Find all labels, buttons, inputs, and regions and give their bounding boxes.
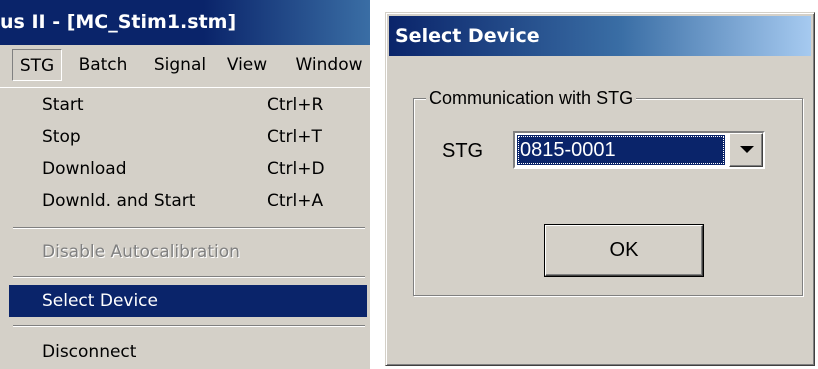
menu-item-download[interactable]: Download Ctrl+D xyxy=(9,153,367,185)
device-select[interactable]: 0815-0001 xyxy=(513,131,765,169)
menu-item-label: Select Device xyxy=(42,291,158,311)
panel-divider xyxy=(370,0,385,369)
menu-signal[interactable]: Signal xyxy=(146,49,214,81)
menu-item-shortcut: Ctrl+R xyxy=(267,95,324,115)
menu-item-shortcut: Ctrl+T xyxy=(267,127,322,147)
menu-item-disconnect[interactable]: Disconnect xyxy=(9,336,367,368)
ok-button-label: OK xyxy=(545,225,703,276)
menu-item-label: Downld. and Start xyxy=(42,191,196,211)
menu-item-download-and-start[interactable]: Downld. and Start Ctrl+A xyxy=(9,185,367,217)
menu-item-label: Stop xyxy=(42,127,81,147)
window-title: us II - [MC_Stim1.stm] xyxy=(0,0,370,45)
menu-separator xyxy=(13,325,365,327)
dropdown-button[interactable] xyxy=(729,133,763,167)
menubar: STG Batch Signal View Window xyxy=(0,45,370,87)
chevron-down-icon xyxy=(740,146,754,153)
groupbox-label: Communication with STG xyxy=(426,87,637,109)
device-select-value: 0815-0001 xyxy=(517,135,725,165)
stg-dropdown-menu: Start Ctrl+R Stop Ctrl+T Download Ctrl+D… xyxy=(0,87,370,369)
menu-window[interactable]: Window xyxy=(288,49,370,81)
menu-item-label: Disable Autocalibration xyxy=(42,242,240,262)
menu-batch[interactable]: Batch xyxy=(70,49,136,81)
dialog-title: Select Device xyxy=(389,16,811,56)
menu-item-select-device[interactable]: Select Device xyxy=(9,285,367,317)
menu-stg[interactable]: STG xyxy=(12,49,62,81)
ok-button[interactable]: OK xyxy=(544,224,704,277)
menu-item-shortcut: Ctrl+A xyxy=(267,191,324,211)
menu-item-label: Download xyxy=(42,159,127,179)
menu-item-shortcut: Ctrl+D xyxy=(267,159,325,179)
menu-item-label: Start xyxy=(42,95,84,115)
menu-item-start[interactable]: Start Ctrl+R xyxy=(9,89,367,121)
menu-item-stop[interactable]: Stop Ctrl+T xyxy=(9,121,367,153)
menu-item-label: Disconnect xyxy=(42,342,137,362)
menu-separator xyxy=(13,227,365,229)
menu-separator xyxy=(13,276,365,278)
menu-view[interactable]: View xyxy=(222,49,272,81)
stg-label: STG xyxy=(442,140,484,162)
menu-item-disable-autocalibration: Disable Autocalibration xyxy=(9,236,367,268)
application-window: us II - [MC_Stim1.stm] STG Batch Signal … xyxy=(0,0,370,369)
select-device-dialog: Select Device Communication with STG STG… xyxy=(385,12,815,366)
